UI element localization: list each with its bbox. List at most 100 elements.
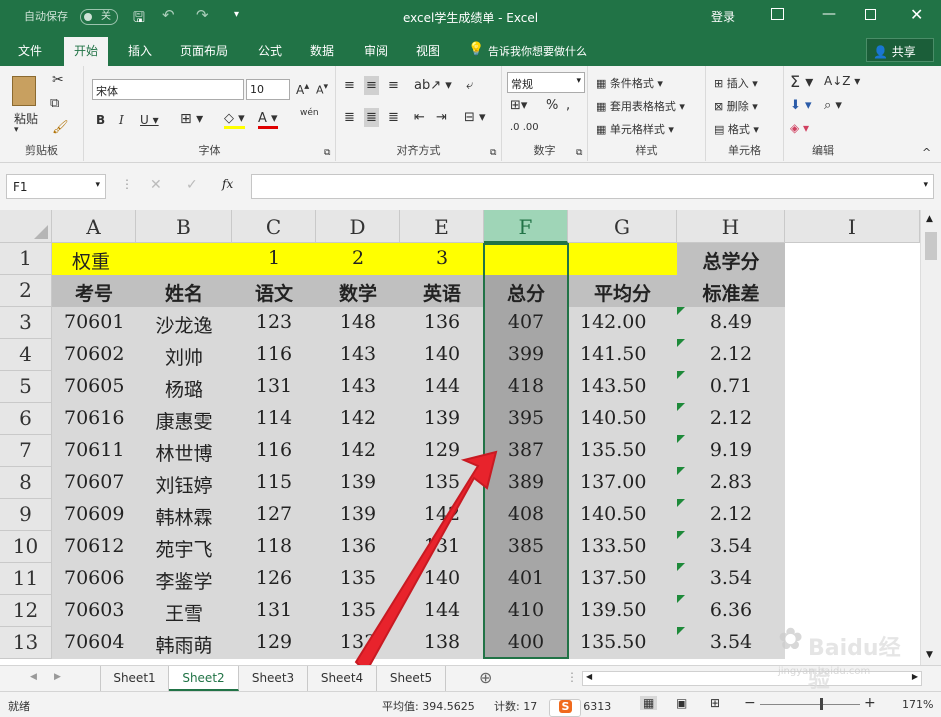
- add-sheet-icon[interactable]: ⊕: [479, 668, 492, 687]
- zoom-slider-thumb[interactable]: [820, 698, 823, 710]
- autosum-icon[interactable]: Σ ▾: [790, 72, 813, 91]
- paste-dropdown-icon[interactable]: ▾: [14, 125, 19, 135]
- font-size-select[interactable]: 10: [246, 79, 290, 100]
- vertical-scrollbar[interactable]: ▲ ▼: [920, 210, 941, 665]
- italic-icon[interactable]: I: [119, 113, 124, 127]
- conditional-format-button[interactable]: ▦ 条件格式 ▾: [596, 75, 663, 91]
- close-icon[interactable]: ✕: [910, 5, 923, 24]
- tab-review[interactable]: 审阅: [364, 42, 388, 59]
- sheet-tab-2[interactable]: Sheet2: [169, 666, 239, 691]
- cell-styles-icon: ▦: [596, 123, 607, 136]
- copy-icon[interactable]: ⧉: [50, 96, 59, 111]
- zoom-out-icon[interactable]: −: [744, 695, 756, 711]
- underline-icon[interactable]: U ▾: [140, 113, 159, 127]
- tell-me-box[interactable]: 告诉我你想要做什么: [488, 43, 587, 59]
- normal-view-icon[interactable]: ▦: [640, 696, 658, 710]
- share-button[interactable]: 👤 共享: [866, 38, 934, 62]
- minimize-icon[interactable]: —: [822, 6, 836, 22]
- delete-cells-button[interactable]: ⊠ 删除 ▾: [714, 98, 758, 114]
- cut-icon[interactable]: ✂: [52, 72, 64, 88]
- delete-cells-label: 删除: [726, 100, 749, 113]
- format-painter-icon[interactable]: 🖌: [52, 120, 69, 135]
- align-top-icon[interactable]: ≡: [344, 78, 355, 93]
- maximize-icon[interactable]: [865, 9, 876, 20]
- orientation-icon[interactable]: ab↗ ▾: [414, 78, 452, 93]
- tab-data[interactable]: 数据: [310, 42, 334, 59]
- average-status: 平均值: 394.5625: [382, 700, 475, 713]
- name-box[interactable]: F1 ▾: [6, 174, 106, 199]
- fill-color-icon[interactable]: ◇ ▾: [224, 111, 245, 129]
- scroll-down-icon[interactable]: ▼: [926, 650, 933, 660]
- percent-icon[interactable]: %: [546, 98, 558, 113]
- fill-icon[interactable]: ⬇ ▾: [790, 98, 812, 113]
- find-select-icon[interactable]: ⌕ ▾: [824, 98, 842, 113]
- align-right-icon[interactable]: ≣: [388, 110, 399, 125]
- tab-page-layout[interactable]: 页面布局: [180, 42, 228, 59]
- borders-icon[interactable]: ⊞ ▾: [180, 111, 203, 127]
- sort-filter-icon[interactable]: A↓Z ▾: [824, 74, 860, 88]
- font-color-icon[interactable]: A ▾: [258, 111, 278, 129]
- sheet-tab-1[interactable]: Sheet1: [101, 666, 169, 691]
- shrink-font-icon[interactable]: A▾: [316, 81, 328, 97]
- cell-styles-button[interactable]: ▦ 单元格样式 ▾: [596, 121, 674, 137]
- scroll-left-icon[interactable]: ◀: [586, 672, 592, 681]
- login-link[interactable]: 登录: [711, 8, 735, 25]
- decrease-indent-icon[interactable]: ⇤: [414, 110, 425, 125]
- cancel-entry-icon[interactable]: ✕: [150, 177, 162, 193]
- next-sheet-icon[interactable]: ▶: [54, 672, 61, 682]
- font-launcher-icon[interactable]: ⧉: [324, 148, 330, 158]
- insert-function-icon[interactable]: fx: [222, 177, 233, 191]
- tab-file[interactable]: 文件: [18, 42, 42, 59]
- font-name-select[interactable]: 宋体: [92, 79, 244, 100]
- tab-home[interactable]: 开始: [64, 37, 109, 66]
- format-cells-button[interactable]: ▤ 格式 ▾: [714, 121, 759, 137]
- sheet-tab-4[interactable]: Sheet4: [308, 666, 377, 691]
- insert-cells-button[interactable]: ⊞ 插入 ▾: [714, 75, 758, 91]
- number-format-select[interactable]: 常规 ▾: [507, 72, 585, 93]
- sogou-ime-icon[interactable]: S: [559, 700, 572, 713]
- increase-decimal-icon[interactable]: .0 .00: [510, 122, 539, 133]
- name-box-dropdown-icon[interactable]: ▾: [95, 180, 100, 190]
- bold-icon[interactable]: B: [96, 113, 105, 127]
- phonetic-icon[interactable]: wén: [300, 108, 319, 118]
- align-center-icon[interactable]: ≣: [364, 108, 379, 127]
- accounting-icon[interactable]: ⊞▾: [510, 98, 527, 113]
- tab-insert[interactable]: 插入: [128, 42, 152, 59]
- page-layout-view-icon[interactable]: ▣: [676, 696, 687, 710]
- tab-view[interactable]: 视图: [416, 42, 440, 59]
- sheet-tab-3[interactable]: Sheet3: [239, 666, 308, 691]
- alignment-launcher-icon[interactable]: ⧉: [490, 148, 496, 158]
- alignment-label: 对齐方式: [396, 144, 441, 157]
- align-middle-icon[interactable]: ≡: [364, 76, 379, 95]
- comma-icon[interactable]: ,: [566, 98, 570, 113]
- formula-input[interactable]: ▾: [251, 174, 934, 199]
- collapse-ribbon-icon[interactable]: ^: [922, 146, 931, 159]
- clear-icon[interactable]: ◈ ▾: [790, 121, 809, 135]
- ribbon-display-icon[interactable]: [771, 8, 784, 20]
- zoom-slider[interactable]: [760, 704, 860, 705]
- scroll-thumb[interactable]: [925, 232, 937, 260]
- grow-font-icon[interactable]: A▴: [296, 81, 309, 97]
- align-left-icon[interactable]: ≣: [344, 110, 355, 125]
- expand-formula-icon[interactable]: ▾: [923, 180, 928, 190]
- zoom-level[interactable]: 171%: [902, 698, 933, 711]
- page-break-view-icon[interactable]: ⊞: [710, 696, 720, 710]
- zoom-in-icon[interactable]: +: [864, 695, 876, 711]
- wrap-text-icon[interactable]: ⤶: [466, 78, 473, 93]
- worksheet-grid[interactable]: A B C D E F G H I 1 2 3 4 5 6 7 8 9 10 11 12 13 权重 1 2 3 总学分 考号 姓名 语文…: [0, 210, 941, 665]
- cells-label: 单元格: [728, 144, 761, 157]
- prev-sheet-icon[interactable]: ◀: [30, 672, 37, 682]
- merge-center-icon[interactable]: ⊟ ▾: [464, 110, 486, 125]
- increase-indent-icon[interactable]: ⇥: [436, 110, 447, 125]
- tab-formulas[interactable]: 公式: [258, 42, 282, 59]
- annotation-overlay: [354, 450, 498, 665]
- paste-icon[interactable]: [12, 76, 36, 106]
- splitter-icon[interactable]: ⋮: [566, 670, 578, 684]
- align-bottom-icon[interactable]: ≡: [388, 78, 399, 93]
- sheet-tab-5[interactable]: Sheet5: [377, 666, 446, 691]
- format-as-table-button[interactable]: ▦ 套用表格格式 ▾: [596, 98, 685, 114]
- confirm-entry-icon[interactable]: ✓: [186, 177, 198, 193]
- scroll-up-icon[interactable]: ▲: [926, 214, 933, 224]
- number-launcher-icon[interactable]: ⧉: [576, 148, 582, 158]
- scroll-right-icon[interactable]: ▶: [912, 672, 918, 681]
